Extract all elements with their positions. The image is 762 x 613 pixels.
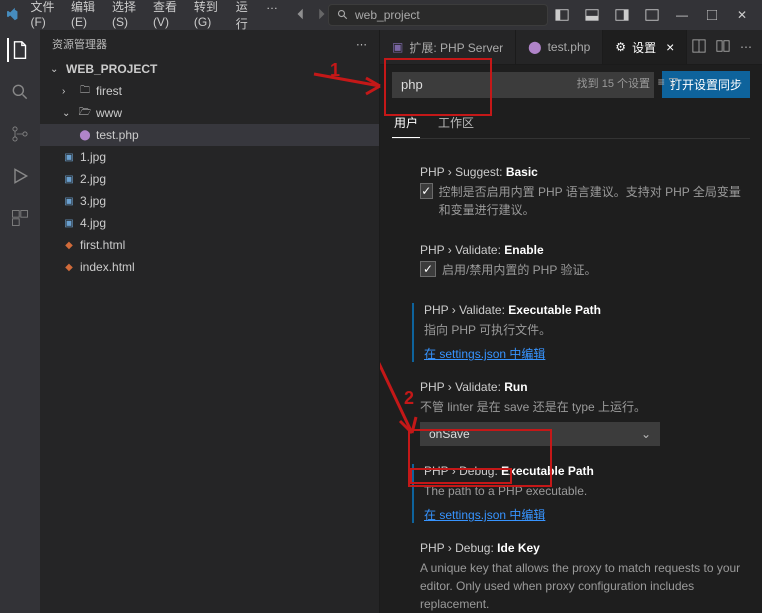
settings-scope-workspace[interactable]: 工作区: [436, 108, 476, 138]
tree-file-3jpg[interactable]: ▣3.jpg: [40, 190, 379, 212]
vscode-logo-icon: [6, 7, 18, 23]
tree-file-4jpg[interactable]: ▣4.jpg: [40, 212, 379, 234]
tab-test-php[interactable]: ⬤ test.php: [516, 30, 603, 64]
tree-folder-www[interactable]: ⌄🗁www: [40, 102, 379, 124]
tree-file-1jpg[interactable]: ▣1.jpg: [40, 146, 379, 168]
window-close-button[interactable]: ✕: [728, 4, 756, 26]
annotation-arrow-1: [310, 70, 390, 100]
gear-icon: ⚙: [615, 40, 626, 54]
tab-more-icon[interactable]: ⋯: [740, 40, 752, 54]
sidebar-title: 资源管理器: [52, 36, 107, 52]
select-validate-run[interactable]: onSave ⌄: [420, 422, 660, 446]
setting-php-suggest-basic: PHP › Suggest: Basic ✓ 控制是否启用内置 PHP 语言建议…: [412, 165, 742, 225]
tab-extension-phpserver[interactable]: ▣ 扩展: PHP Server: [380, 30, 516, 64]
edit-in-settings-json-link[interactable]: 在 settings.json 中编辑: [424, 508, 545, 522]
window-minimize-button[interactable]: —: [668, 4, 696, 26]
open-settings-json-icon[interactable]: [692, 39, 706, 56]
nav-forward-button[interactable]: [314, 7, 328, 24]
layout-toggle-bottom-icon[interactable]: [578, 4, 606, 26]
settings-scope-user[interactable]: 用户: [392, 108, 420, 138]
checkbox-validate-enable[interactable]: ✓: [420, 261, 436, 277]
folder-icon: 🗀: [78, 84, 92, 98]
setting-desc: 不管 linter 是在 save 还是在 type 上运行。: [420, 398, 742, 416]
activity-source-control-icon[interactable]: [8, 122, 32, 146]
tab-settings[interactable]: ⚙ 设置 ×: [603, 30, 687, 64]
layout-toggle-right-icon[interactable]: [608, 4, 636, 26]
settings-filter-icon[interactable]: ▽: [669, 75, 678, 89]
setting-php-validate-executable-path: PHP › Validate: Executable Path 指向 PHP 可…: [412, 303, 742, 362]
image-file-icon: ▣: [62, 194, 76, 208]
tree-file-test-php[interactable]: ⬤test.php: [40, 124, 379, 146]
annotation-arrow-2: [380, 355, 428, 445]
php-file-icon: ⬤: [78, 128, 92, 142]
command-center-search[interactable]: web_project: [328, 4, 548, 26]
nav-back-button[interactable]: [294, 7, 308, 24]
tree-file-index-html[interactable]: ◆index.html: [40, 256, 379, 278]
settings-clear-icon[interactable]: ≡: [658, 75, 665, 89]
setting-php-validate-enable: PHP › Validate: Enable ✓ 启用/禁用内置的 PHP 验证…: [412, 243, 742, 285]
setting-desc: 控制是否启用内置 PHP 语言建议。支持对 PHP 全局变量和变量进行建议。: [439, 183, 742, 219]
layout-customize-icon[interactable]: [638, 4, 666, 26]
php-file-icon: ⬤: [528, 40, 541, 54]
image-file-icon: ▣: [62, 216, 76, 230]
split-editor-icon[interactable]: [716, 39, 730, 56]
activity-search-icon[interactable]: [8, 80, 32, 104]
setting-php-debug-ide-key: PHP › Debug: Ide Key A unique key that a…: [412, 541, 742, 613]
editor-tabs: ▣ 扩展: PHP Server ⬤ test.php ⚙ 设置 × ⋯: [380, 30, 762, 65]
window-maximize-button[interactable]: [698, 4, 726, 26]
layout-toggle-left-icon[interactable]: [548, 4, 576, 26]
search-icon: [337, 9, 349, 21]
activity-explorer-icon[interactable]: [7, 38, 31, 62]
edit-in-settings-json-link[interactable]: 在 settings.json 中编辑: [424, 347, 545, 361]
image-file-icon: ▣: [62, 172, 76, 186]
folder-open-icon: 🗁: [78, 106, 92, 120]
command-center-text: web_project: [355, 8, 420, 22]
setting-desc: 启用/禁用内置的 PHP 验证。: [442, 261, 596, 279]
image-file-icon: ▣: [62, 150, 76, 164]
activity-extensions-icon[interactable]: [8, 206, 32, 230]
setting-php-debug-executable-path: PHP › Debug: Executable Path The path to…: [412, 464, 742, 523]
activity-run-debug-icon[interactable]: [8, 164, 32, 188]
settings-result-count: 找到 15 个设置: [577, 75, 650, 91]
extension-icon: ▣: [392, 40, 403, 54]
setting-desc: 指向 PHP 可执行文件。: [424, 321, 742, 339]
tab-close-button[interactable]: ×: [666, 39, 674, 55]
checkbox-suggest-basic[interactable]: ✓: [420, 183, 433, 199]
chevron-down-icon: ⌄: [641, 427, 651, 441]
setting-desc: The path to a PHP executable.: [424, 482, 742, 500]
setting-php-validate-run: PHP › Validate: Run 不管 linter 是在 save 还是…: [412, 380, 742, 446]
html-file-icon: ◆: [62, 238, 76, 252]
tree-file-first-html[interactable]: ◆first.html: [40, 234, 379, 256]
project-name: WEB_PROJECT: [66, 62, 157, 76]
sidebar-more-icon[interactable]: ⋯: [356, 38, 367, 51]
setting-desc: A unique key that allows the proxy to ma…: [420, 559, 742, 613]
html-file-icon: ◆: [62, 260, 76, 274]
tree-file-2jpg[interactable]: ▣2.jpg: [40, 168, 379, 190]
